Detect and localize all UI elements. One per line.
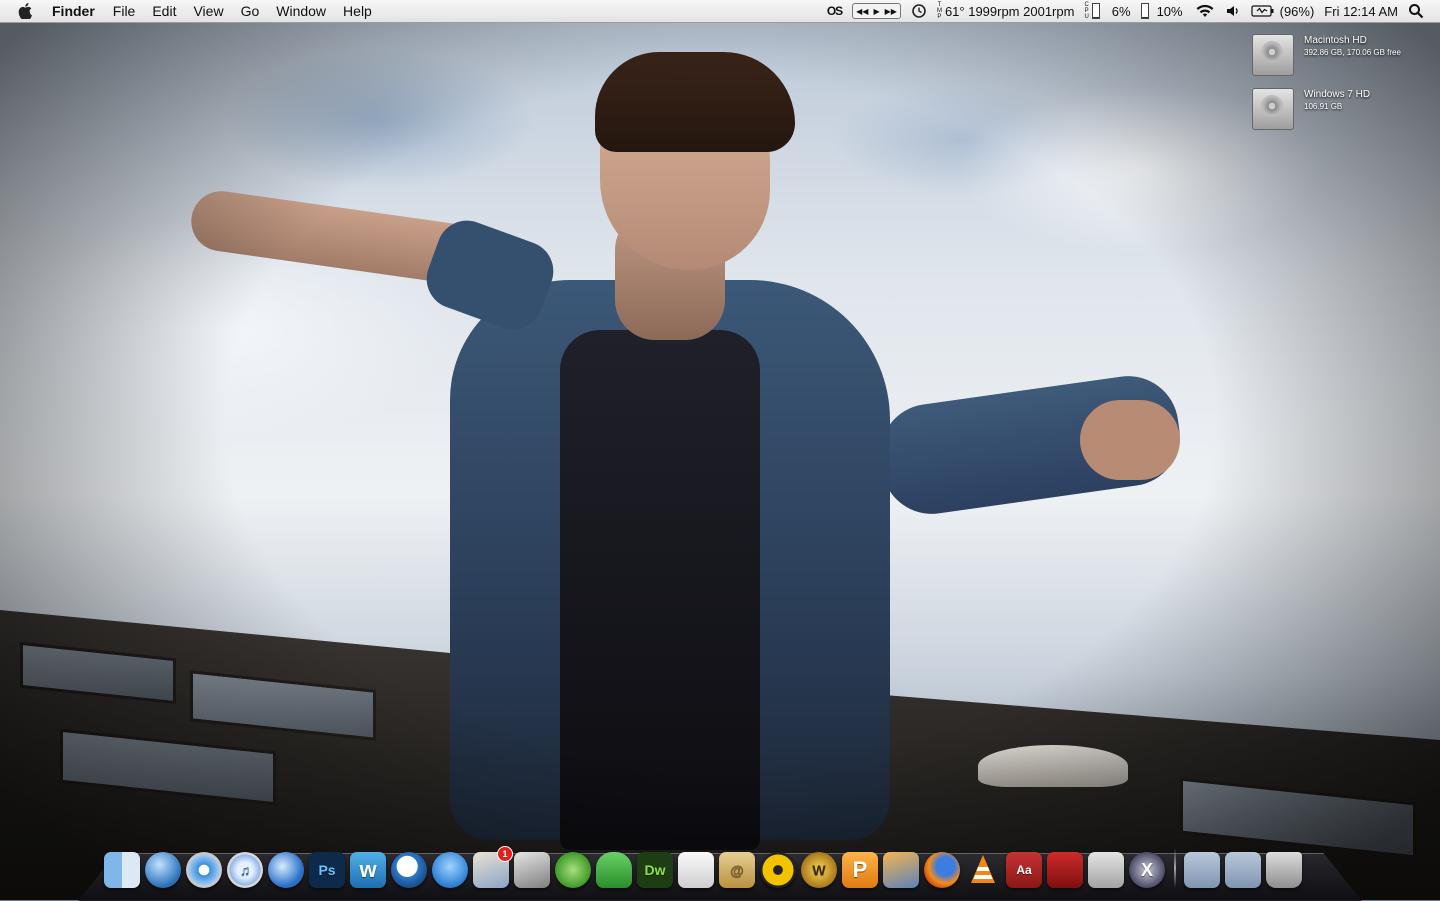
- dock-safari-icon[interactable]: [186, 852, 222, 888]
- dock-itunes-icon[interactable]: ♫: [227, 852, 263, 888]
- temperature-fan-monitor[interactable]: T M P 61° 1999rpm 2001rpm: [937, 2, 1075, 20]
- wallpaper-vignette: [0, 0, 1440, 900]
- desktop-icon-windows-7-hd[interactable]: Windows 7 HD 106.91 GB: [1252, 88, 1370, 130]
- dock-vlc-icon[interactable]: [965, 852, 1001, 888]
- cpu-label-u: U: [1084, 14, 1089, 20]
- cpu-meter-fill: [1092, 17, 1099, 18]
- dock-ichat-icon[interactable]: [432, 852, 468, 888]
- istat-menu-icon[interactable]: OS: [827, 4, 843, 18]
- desktop-wallpaper: [0, 0, 1440, 900]
- desktop-icon-label: Macintosh HD: [1304, 35, 1367, 46]
- menu-window[interactable]: Window: [276, 3, 326, 19]
- desktop-icon-macintosh-hd[interactable]: Macintosh HD 392.86 GB, 170.06 GB free: [1252, 34, 1401, 76]
- dock-mail-icon[interactable]: 1: [473, 846, 513, 888]
- menu-view[interactable]: View: [193, 3, 223, 19]
- temp-label-p: P: [937, 14, 942, 20]
- dock-dictionary-icon[interactable]: Aa: [1006, 852, 1042, 888]
- dock-dreamweaver-icon[interactable]: Dw: [637, 852, 673, 888]
- menu-go[interactable]: Go: [241, 3, 260, 19]
- dock-word-icon[interactable]: w: [350, 852, 386, 888]
- dock-mac-os-x-icon[interactable]: X: [1129, 852, 1165, 888]
- play-icon[interactable]: ▶: [873, 7, 879, 16]
- menu-edit[interactable]: Edit: [152, 3, 176, 19]
- dock-photoshop-icon[interactable]: Ps: [309, 852, 345, 888]
- time-machine-icon[interactable]: [911, 3, 927, 19]
- dock-pages-icon[interactable]: P: [842, 852, 878, 888]
- temp-label: T M P: [937, 2, 942, 20]
- dock: ♫ Ps w 1 Dw @ W P Aa X: [104, 846, 1307, 888]
- memory-monitor[interactable]: 10%: [1140, 3, 1183, 19]
- dock-network-globe-icon[interactable]: [145, 852, 181, 888]
- next-track-icon[interactable]: ▶▶: [885, 7, 897, 16]
- dock-iphoto-icon[interactable]: [883, 852, 919, 888]
- menu-extras: OS ◀◀ ▶ ▶▶ T M P 61° 1999rpm 2001rpm C P…: [827, 0, 1440, 22]
- desktop-icon-detail: 106.91 GB: [1304, 102, 1343, 111]
- dock-growl-icon[interactable]: [555, 852, 591, 888]
- itunes-controls[interactable]: ◀◀ ▶ ▶▶: [852, 3, 901, 19]
- dock-textedit-icon[interactable]: [678, 852, 714, 888]
- dock-music-folder-icon[interactable]: [1184, 852, 1220, 888]
- dock-address-book-icon[interactable]: @: [719, 852, 755, 888]
- memory-meter-fill: [1141, 16, 1148, 18]
- dock-quicktime-icon[interactable]: [268, 852, 304, 888]
- apple-menu-icon[interactable]: [18, 3, 32, 19]
- dock-firefox-icon[interactable]: [924, 852, 960, 888]
- memory-meter: [1140, 3, 1149, 19]
- menu-clock[interactable]: Fri 12:14 AM: [1324, 4, 1398, 19]
- dock-preview-icon[interactable]: [514, 852, 550, 888]
- volume-icon[interactable]: [1225, 4, 1241, 18]
- hard-drive-icon: [1252, 34, 1294, 76]
- dock-messenger-icon[interactable]: [596, 852, 632, 888]
- battery-percent: (96%): [1279, 3, 1315, 19]
- dock-radioactive-app-icon[interactable]: [760, 852, 796, 888]
- battery-icon: [1251, 5, 1274, 17]
- temperature-fan-readout: 61° 1999rpm 2001rpm: [944, 3, 1075, 19]
- cpu-meter: [1091, 3, 1100, 19]
- menu-app-finder[interactable]: Finder: [52, 3, 95, 19]
- menu-file[interactable]: File: [113, 3, 136, 19]
- dock-trash-icon[interactable]: [1266, 852, 1302, 888]
- vlc-cone-icon: [971, 855, 995, 883]
- menu-help[interactable]: Help: [343, 3, 372, 19]
- cpu-monitor[interactable]: C P U 6%: [1084, 2, 1130, 20]
- mail-unread-badge: 1: [497, 846, 513, 862]
- dock-photo-booth-icon[interactable]: [1047, 852, 1083, 888]
- dock-documents-folder-icon[interactable]: [1225, 852, 1261, 888]
- battery-status[interactable]: (96%): [1251, 3, 1315, 19]
- dock-system-preferences-icon[interactable]: [1088, 852, 1124, 888]
- memory-percent: 10%: [1156, 3, 1183, 19]
- hard-drive-icon: [1252, 88, 1294, 130]
- desktop-icon-detail: 392.86 GB, 170.06 GB free: [1304, 48, 1401, 57]
- cpu-label: C P U: [1084, 2, 1088, 20]
- dock-adium-icon[interactable]: [391, 852, 427, 888]
- previous-track-icon[interactable]: ◀◀: [856, 7, 868, 16]
- desktop-icon-label: Windows 7 HD: [1304, 89, 1371, 100]
- spotlight-search-icon[interactable]: [1408, 3, 1424, 19]
- cpu-percent: 6%: [1111, 3, 1131, 19]
- dock-separator: [1174, 848, 1176, 888]
- wifi-icon[interactable]: [1195, 4, 1215, 18]
- menu-bar: Finder File Edit View Go Window Help OS …: [0, 0, 1440, 23]
- dock-world-of-warcraft-icon[interactable]: W: [801, 852, 837, 888]
- dock-finder-icon[interactable]: [104, 852, 140, 888]
